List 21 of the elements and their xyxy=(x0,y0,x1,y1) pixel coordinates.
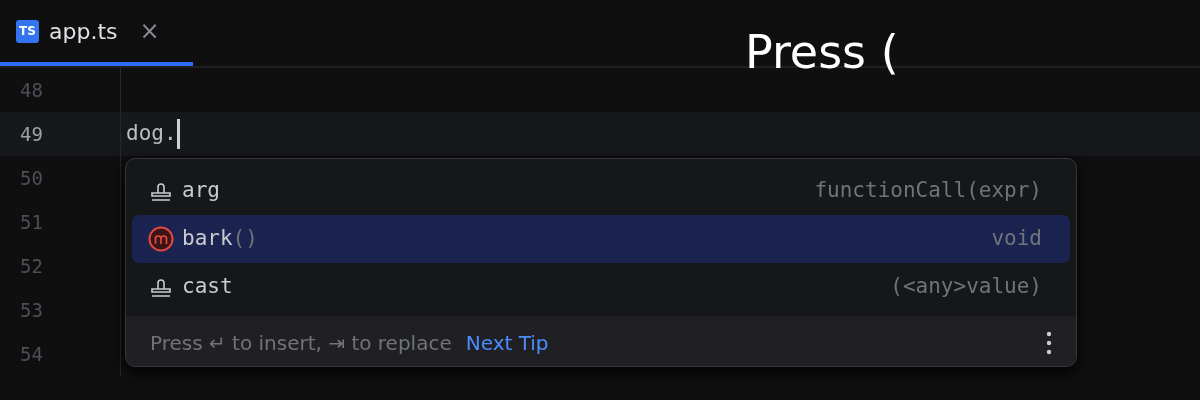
editor-tab[interactable]: TS app.ts × xyxy=(0,0,193,66)
line-number: 53 xyxy=(19,297,44,323)
code-text: dog. xyxy=(125,120,177,148)
caption-text: Press ( xyxy=(745,24,899,81)
next-tip-link[interactable]: Next Tip xyxy=(465,327,549,358)
close-tab-button[interactable]: × xyxy=(139,19,160,43)
line-number: 51 xyxy=(19,209,44,235)
completion-item[interactable]: arg functionCall(expr) xyxy=(132,167,1070,215)
more-options-icon[interactable] xyxy=(1046,330,1052,355)
line-number: 49 xyxy=(19,121,44,147)
completion-item[interactable]: bark() void xyxy=(132,215,1070,263)
line-number: 50 xyxy=(19,165,44,191)
hint-text: Press ↵ to insert, ⇥ to replace xyxy=(150,329,452,357)
typescript-file-icon: TS xyxy=(16,19,39,43)
line-number: 48 xyxy=(19,77,44,103)
tab-label: app.ts xyxy=(49,17,118,46)
method-icon xyxy=(148,226,174,252)
completion-item[interactable]: cast (<any>value) xyxy=(132,263,1070,311)
text-cursor xyxy=(176,119,180,149)
line-number: 54 xyxy=(19,341,44,367)
line-number: 52 xyxy=(19,253,44,279)
